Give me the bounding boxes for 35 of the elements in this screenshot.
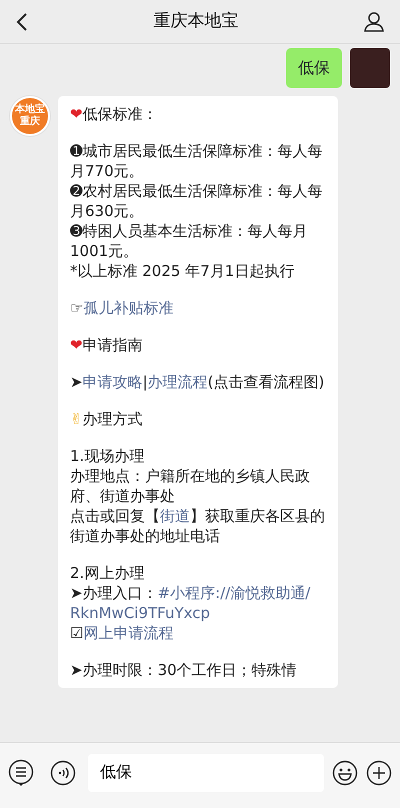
- sent-message: 低保: [286, 48, 342, 88]
- link[interactable]: 申请攻略: [82, 373, 143, 391]
- message-line: *以上标准 2025 年7月1日起执行: [70, 261, 296, 281]
- emoji-icon[interactable]: [332, 760, 358, 786]
- link[interactable]: 办理流程: [148, 373, 208, 391]
- message-line: ☞孤儿补贴标准: [70, 298, 174, 318]
- link[interactable]: 网上申请流程: [83, 624, 174, 642]
- message-line: ➤申请攻略|办理流程(点击查看流程图): [70, 372, 326, 392]
- link[interactable]: #小程序://渝悦救助通/: [158, 584, 310, 602]
- message-line: ☑网上申请流程: [70, 623, 174, 643]
- photo-placeholder: [350, 48, 390, 88]
- menu-icon[interactable]: [8, 758, 34, 786]
- logo-text: 本地宝: [15, 104, 45, 115]
- message-line: 2.网上办理: [70, 563, 146, 583]
- message-line: 1.现场办理: [70, 446, 146, 466]
- message-line: ➌特困人员基本生活标准：每人每月1001元。: [70, 221, 309, 261]
- message-line: ➤办理时限：30个工作日；特殊情: [70, 660, 298, 680]
- add-icon[interactable]: [366, 760, 392, 786]
- message-input[interactable]: 低保: [88, 754, 324, 792]
- message-line: ❤申请指南: [70, 335, 144, 355]
- message-line: ✌办理方式: [70, 409, 144, 429]
- profile-icon[interactable]: [364, 12, 384, 32]
- voice-icon[interactable]: [50, 760, 76, 786]
- chat-title: 重庆本地宝: [154, 10, 238, 33]
- message-line: ➊城市居民最低生活保障标准：每人每月770元。: [70, 141, 324, 181]
- logo-text: 重庆: [20, 116, 40, 128]
- message-line: 点击或回复【街道】获取重庆各区县的街道办事处的地址电话: [70, 506, 326, 546]
- link[interactable]: 孤儿补贴标准: [83, 299, 174, 317]
- message-line: ➤办理入口：#小程序://渝悦救助通/: [70, 583, 312, 603]
- message-line: ➋农村居民最低生活保障标准：每人每月630元。: [70, 181, 324, 221]
- back-icon[interactable]: [16, 12, 28, 32]
- link[interactable]: RknMwCi9TFuYxcp: [70, 604, 210, 622]
- link[interactable]: 街道: [160, 507, 190, 525]
- message-line: ❤低保标准：: [70, 104, 159, 124]
- message-line: 办理地点：户籍所在地的乡镇人民政府、街道办事处: [70, 466, 311, 506]
